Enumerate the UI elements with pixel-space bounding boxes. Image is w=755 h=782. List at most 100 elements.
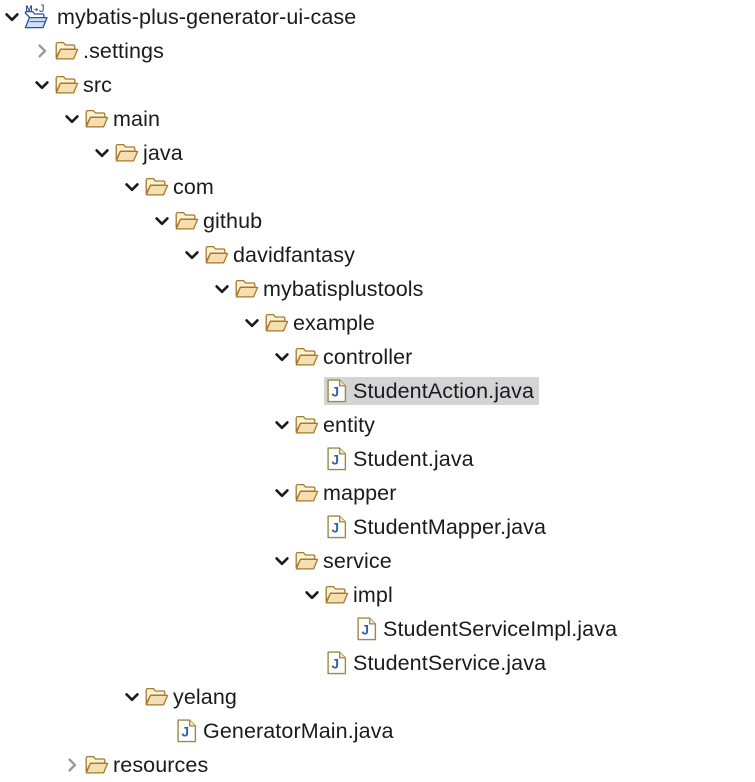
tree-item[interactable]: main: [84, 105, 165, 133]
tree-row[interactable]: src: [0, 68, 755, 102]
svg-text:J: J: [331, 521, 339, 536]
chevron-down-icon[interactable]: [270, 476, 294, 510]
tree-item[interactable]: J GeneratorMain.java: [174, 717, 399, 745]
tree-row[interactable]: J GeneratorMain.java: [0, 714, 755, 748]
tree-item[interactable]: mybatisplustools: [234, 275, 429, 303]
tree-row[interactable]: mybatisplustools: [0, 272, 755, 306]
tree-item[interactable]: src: [54, 71, 117, 99]
tree-item[interactable]: yelang: [144, 683, 242, 711]
tree-item-label: StudentAction.java: [353, 379, 535, 403]
folder-icon: [324, 582, 350, 608]
tree-row[interactable]: resources: [0, 748, 755, 782]
tree-row[interactable]: .settings: [0, 34, 755, 68]
folder-icon: [174, 208, 200, 234]
tree-row[interactable]: main: [0, 102, 755, 136]
tree-item[interactable]: java: [114, 139, 188, 167]
tree-item-label: Student.java: [353, 447, 474, 471]
chevron-down-icon[interactable]: [240, 306, 264, 340]
tree-row[interactable]: J StudentMapper.java: [0, 510, 755, 544]
tree-item-label: com: [173, 175, 214, 199]
tree-item-selected[interactable]: J StudentAction.java: [324, 377, 540, 405]
tree-item[interactable]: J Student.java: [324, 445, 479, 473]
svg-text:J: J: [39, 4, 45, 15]
tree-row[interactable]: github: [0, 204, 755, 238]
tree-item[interactable]: mapper: [294, 479, 402, 507]
tree-item[interactable]: com: [144, 173, 219, 201]
chevron-down-icon[interactable]: [270, 340, 294, 374]
tree-row[interactable]: example: [0, 306, 755, 340]
tree-item[interactable]: example: [264, 309, 380, 337]
tree-item-label: service: [323, 549, 392, 573]
tree-item[interactable]: impl: [324, 581, 398, 609]
tree-item-label: java: [143, 141, 183, 165]
chevron-down-icon[interactable]: [120, 170, 144, 204]
tree-row[interactable]: entity: [0, 408, 755, 442]
tree-row[interactable]: J Student.java: [0, 442, 755, 476]
tree-row[interactable]: davidfantasy: [0, 238, 755, 272]
tree-row[interactable]: mapper: [0, 476, 755, 510]
java-file-icon: J: [174, 718, 200, 744]
tree-item[interactable]: J StudentServiceImpl.java: [354, 615, 622, 643]
chevron-down-icon[interactable]: [270, 408, 294, 442]
folder-icon: [264, 310, 290, 336]
tree-item[interactable]: entity: [294, 411, 380, 439]
folder-icon: [294, 412, 320, 438]
tree-row[interactable]: java: [0, 136, 755, 170]
tree-item[interactable]: J StudentMapper.java: [324, 513, 551, 541]
folder-icon: [144, 174, 170, 200]
chevron-down-icon[interactable]: [120, 680, 144, 714]
folder-icon: [294, 344, 320, 370]
tree-item-label: src: [83, 73, 112, 97]
tree-row[interactable]: service: [0, 544, 755, 578]
tree-item[interactable]: .settings: [54, 37, 169, 65]
chevron-down-icon[interactable]: [300, 578, 324, 612]
chevron-right-icon[interactable]: [60, 748, 84, 782]
folder-icon: [204, 242, 230, 268]
tree-row[interactable]: impl: [0, 578, 755, 612]
java-file-icon: J: [324, 378, 350, 404]
svg-text:J: J: [361, 623, 369, 638]
tree-row[interactable]: com: [0, 170, 755, 204]
svg-text:J: J: [331, 385, 339, 400]
tree-row[interactable]: controller: [0, 340, 755, 374]
chevron-right-icon[interactable]: [30, 34, 54, 68]
java-file-icon: J: [324, 446, 350, 472]
tree-item-label: davidfantasy: [233, 243, 355, 267]
tree-item[interactable]: J StudentService.java: [324, 649, 551, 677]
tree-item-label: yelang: [173, 685, 237, 709]
folder-icon: [144, 684, 170, 710]
tree-item-label: mybatis-plus-generator-ui-case: [57, 5, 357, 29]
chevron-down-icon[interactable]: [270, 544, 294, 578]
tree-item-label: mapper: [323, 481, 397, 505]
tree-item-label: controller: [323, 345, 413, 369]
tree-item[interactable]: service: [294, 547, 397, 575]
chevron-down-icon[interactable]: [210, 272, 234, 306]
chevron-down-icon[interactable]: [180, 238, 204, 272]
chevron-down-icon[interactable]: [30, 68, 54, 102]
folder-icon: [294, 480, 320, 506]
tree-row[interactable]: J StudentService.java: [0, 646, 755, 680]
tree-item[interactable]: github: [174, 207, 267, 235]
tree-row[interactable]: M Jmybatis-plus-generator-ui-case: [0, 0, 755, 34]
package-explorer-tree[interactable]: M Jmybatis-plus-generator-ui-case .setting…: [0, 0, 755, 777]
tree-item-label: example: [293, 311, 375, 335]
folder-icon: [54, 38, 80, 64]
tree-row[interactable]: J StudentAction.java: [0, 374, 755, 408]
tree-item-label: StudentServiceImpl.java: [383, 617, 618, 641]
java-file-icon: J: [324, 514, 350, 540]
tree-item-label: entity: [323, 413, 375, 437]
chevron-down-icon[interactable]: [0, 0, 24, 34]
tree-item[interactable]: resources: [84, 751, 213, 779]
tree-item[interactable]: controller: [294, 343, 417, 371]
chevron-down-icon[interactable]: [150, 204, 174, 238]
chevron-down-icon[interactable]: [60, 102, 84, 136]
chevron-down-icon[interactable]: [90, 136, 114, 170]
tree-row[interactable]: yelang: [0, 680, 755, 714]
tree-item[interactable]: davidfantasy: [204, 241, 360, 269]
tree-item-label: main: [113, 107, 161, 131]
tree-item[interactable]: M Jmybatis-plus-generator-ui-case: [24, 3, 361, 31]
tree-row[interactable]: J StudentServiceImpl.java: [0, 612, 755, 646]
